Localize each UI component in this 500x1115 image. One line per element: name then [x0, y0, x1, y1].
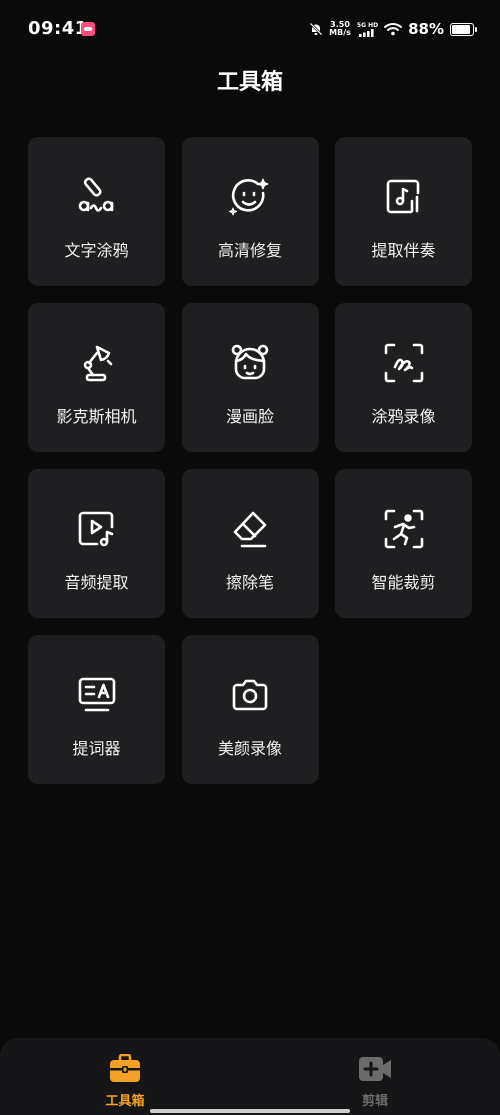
- tool-hd-repair[interactable]: 高清修复: [181, 137, 319, 286]
- toolbox-icon: [110, 1054, 140, 1082]
- tab-edit[interactable]: 剪辑: [315, 1054, 435, 1109]
- mute-bell-icon: [309, 22, 323, 36]
- page-title: 工具箱: [216, 70, 283, 95]
- network-speed: 3.50 MB/s: [329, 21, 351, 37]
- tab-toolbox[interactable]: 工具箱: [65, 1054, 185, 1109]
- lamp-camera-icon: [75, 341, 119, 385]
- signal-label: 5G HD: [356, 21, 379, 29]
- tool-text-doodle[interactable]: 文字涂鸦: [28, 137, 165, 286]
- tool-label: 涂鸦录像: [371, 407, 436, 426]
- tool-comic-face[interactable]: 漫画脸: [181, 303, 319, 452]
- network-speed-unit: MB/s: [329, 28, 351, 37]
- teleprompter-icon: [75, 673, 119, 717]
- tab-label: 剪辑: [361, 1094, 388, 1109]
- tool-label: 提词器: [72, 739, 121, 758]
- comic-face-icon: [228, 341, 272, 385]
- battery-percent: 88%: [408, 20, 444, 38]
- hd-repair-icon: [228, 175, 272, 219]
- tool-eraser[interactable]: 擦除笔: [181, 469, 319, 618]
- home-indicator[interactable]: [150, 1109, 350, 1113]
- tool-teleprompter[interactable]: 提词器: [28, 635, 165, 784]
- battery-icon: [450, 22, 477, 36]
- tool-label: 美颜录像: [217, 739, 282, 758]
- cellular-signal: 5G HD: [357, 22, 378, 37]
- status-indicators: 3.50 MB/s 5G HD 88%: [309, 16, 477, 42]
- tool-label: 智能裁剪: [371, 573, 436, 592]
- tool-audio-extract[interactable]: 音频提取: [28, 469, 165, 618]
- tool-label: 漫画脸: [225, 407, 274, 426]
- app-notification-icon: [81, 22, 95, 36]
- video-add-icon: [359, 1057, 391, 1081]
- tool-doodle-record[interactable]: 涂鸦录像: [335, 303, 472, 452]
- tool-smart-crop[interactable]: 智能裁剪: [335, 469, 472, 618]
- smart-crop-icon: [382, 507, 426, 551]
- wifi-icon: [384, 23, 403, 36]
- tool-lamp-camera[interactable]: 影克斯相机: [28, 303, 165, 452]
- eraser-icon: [228, 507, 272, 551]
- bottom-tab-bar: 工具箱 剪辑: [0, 1038, 500, 1115]
- tool-label: 影克斯相机: [56, 407, 137, 426]
- status-bar: 09:41 3.50 MB/s 5G HD 88%: [0, 0, 500, 60]
- tool-extract-accompaniment[interactable]: 提取伴奏: [335, 137, 472, 286]
- tool-beauty-camera[interactable]: 美颜录像: [181, 635, 319, 784]
- beauty-camera-icon: [228, 673, 272, 717]
- text-doodle-icon: [75, 175, 119, 219]
- status-time: 09:41: [28, 18, 88, 39]
- tab-label: 工具箱: [105, 1094, 145, 1109]
- tool-label: 高清修复: [217, 241, 282, 260]
- audio-extract-icon: [75, 507, 119, 551]
- extract-accompaniment-icon: [382, 175, 426, 219]
- doodle-record-icon: [382, 341, 426, 385]
- tool-label: 提取伴奏: [371, 241, 436, 260]
- tool-label: 文字涂鸦: [64, 241, 129, 260]
- tool-label: 音频提取: [64, 573, 129, 592]
- tool-label: 擦除笔: [225, 573, 274, 592]
- signal-bars-icon: [359, 28, 375, 37]
